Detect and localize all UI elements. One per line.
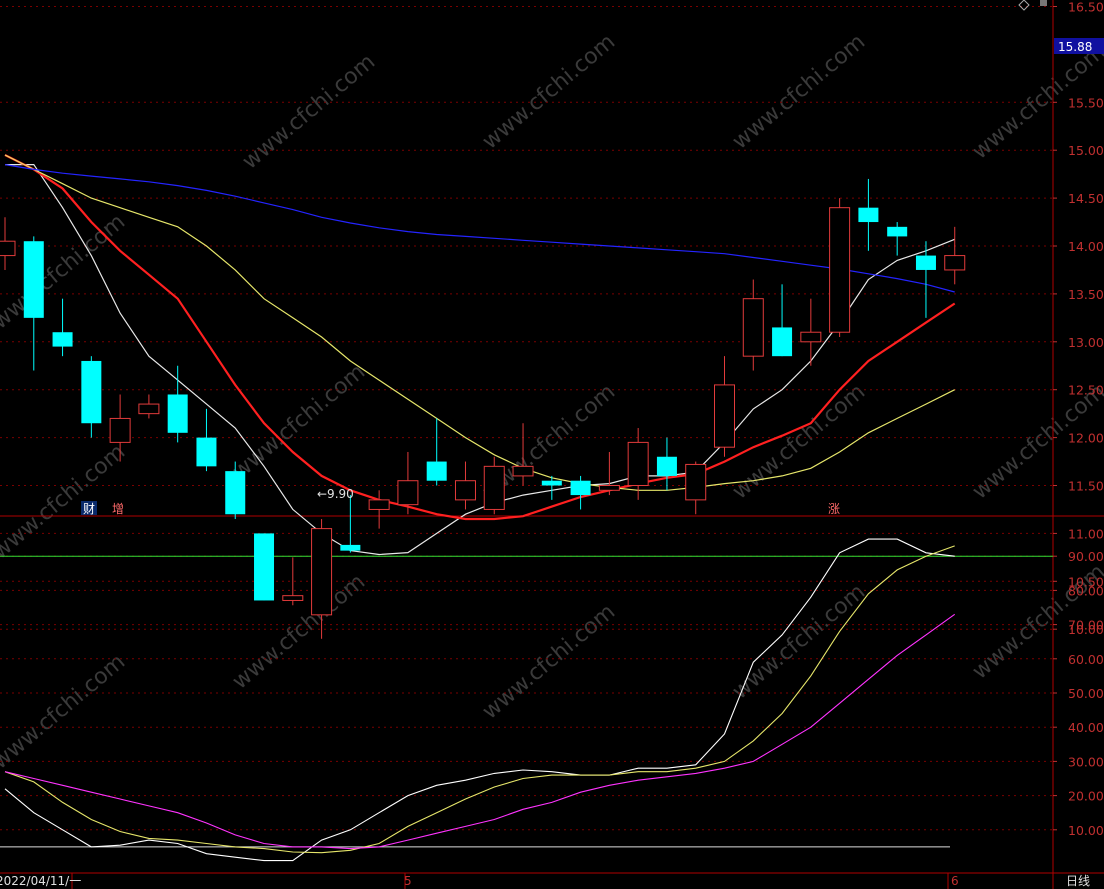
candle-body-up (944, 255, 966, 271)
kdj-tick-label: 50.00 (1068, 686, 1104, 701)
candle-body-down (656, 456, 677, 476)
kdj-tick-label: 70.00 (1068, 618, 1104, 633)
time-axis-end-label: 6 (951, 874, 959, 888)
candle-body-down (915, 255, 936, 270)
kdj-tick-label: 30.00 (1068, 754, 1104, 769)
candle-body-up (829, 207, 851, 333)
low-price-marker: ←9.90 (317, 487, 354, 501)
price-tick-label: 14.50 (1068, 191, 1104, 206)
candle-body-up (598, 485, 620, 491)
candle-body-down (254, 533, 275, 601)
candle-body-up (282, 595, 304, 601)
kdj-tick-label: 90.00 (1068, 549, 1104, 564)
candle-body-down (340, 544, 361, 551)
price-tick-label: 15.50 (1068, 95, 1104, 110)
candle-body-up (368, 499, 390, 510)
event-badge-zeng[interactable]: 增 (112, 502, 124, 516)
candle-body-up (483, 465, 505, 510)
candle-body-down (426, 461, 447, 481)
candle-body-up (742, 298, 764, 357)
candle-body-down (225, 471, 246, 515)
candle-body-up (311, 528, 333, 616)
kdj-tick-label: 40.00 (1068, 720, 1104, 735)
kdj-tick-label: 60.00 (1068, 652, 1104, 667)
time-axis-start-label: 2022/04/11/一 (0, 874, 81, 888)
candle-body-down (52, 332, 73, 347)
candle-body-down (772, 327, 793, 357)
candle-body-up (512, 465, 534, 477)
candle-body-down (167, 394, 188, 433)
candle-body-up (397, 480, 419, 506)
price-tick-label: 12.50 (1068, 383, 1104, 398)
candle-body-up (109, 417, 131, 443)
candle-body-down (81, 360, 102, 424)
candle-body-up (800, 331, 822, 343)
scroll-handle-icon[interactable] (1040, 0, 1047, 6)
candle-body-up (627, 441, 649, 487)
event-badge-cai[interactable]: 财 (83, 502, 95, 516)
price-tick-label: 15.00 (1068, 143, 1104, 158)
price-tick-label: 11.00 (1068, 526, 1104, 541)
price-tick-label: 13.00 (1068, 335, 1104, 350)
kdj-tick-label: 10.00 (1068, 823, 1104, 838)
price-tick-label: 14.00 (1068, 239, 1104, 254)
candle-body-up (685, 463, 707, 501)
price-tick-label: 13.50 (1068, 287, 1104, 302)
last-price-tag: 15.88 (1058, 40, 1092, 54)
candle-body-down (23, 241, 44, 318)
candle-body-down (541, 480, 562, 486)
period-label[interactable]: 日线 (1066, 874, 1090, 888)
candle-body-up (0, 240, 16, 257)
event-badge-zhang[interactable]: 涨 (828, 501, 840, 516)
price-tick-label: 16.50 (1068, 0, 1104, 15)
candlestick[interactable] (829, 198, 851, 338)
candlestick[interactable] (254, 533, 275, 601)
kdj-tick-label: 80.00 (1068, 583, 1104, 598)
candle-body-up (714, 384, 735, 448)
candle-body-down (858, 207, 879, 223)
price-tick-label: 12.00 (1068, 431, 1104, 446)
candle-body-down (570, 480, 591, 496)
candle-body-up (454, 480, 476, 501)
candle-body-up (138, 403, 160, 415)
price-tick-label: 11.50 (1068, 479, 1104, 494)
candle-body-down (196, 437, 217, 467)
candle-body-down (887, 226, 908, 237)
kdj-tick-label: 20.00 (1068, 789, 1104, 804)
time-axis-mid-label: 5 (404, 874, 412, 888)
stock-chart[interactable]: www.cfchi.comwww.cfchi.com www.cfchi.com w… (0, 0, 1104, 889)
